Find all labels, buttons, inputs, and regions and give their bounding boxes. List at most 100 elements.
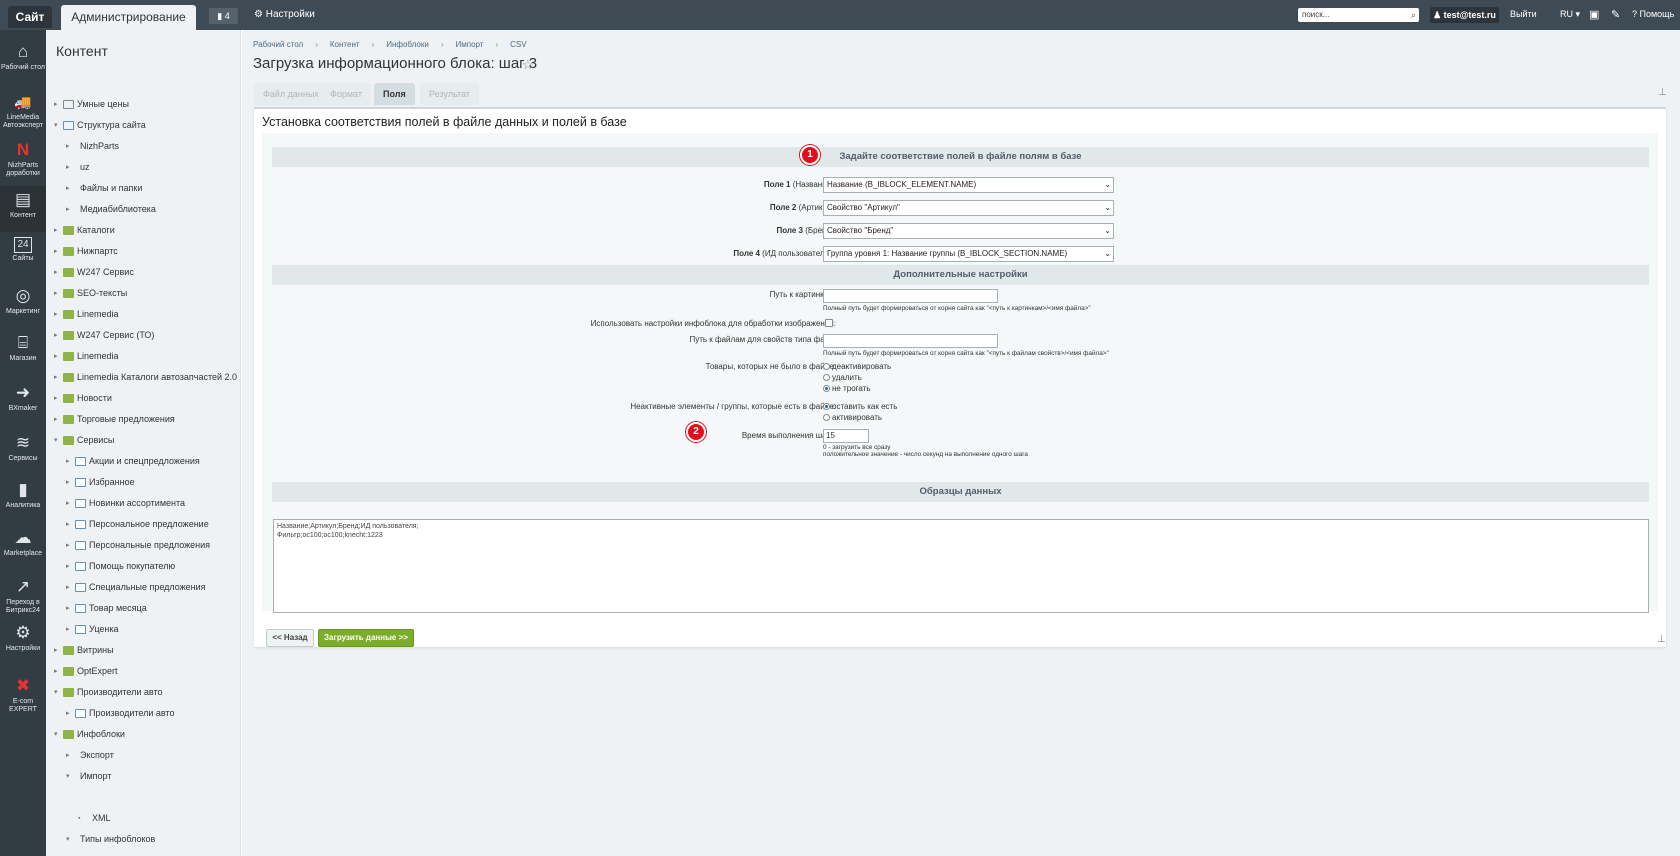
sidebar-item[interactable]: ▸ OptExpert [46,661,240,682]
sidebar-item[interactable]: ▸ uz [46,157,240,178]
sidebar-item[interactable]: ▸ Товар месяца [46,598,240,619]
chevron-right-icon[interactable]: ▸ [54,367,58,388]
site-tab[interactable]: Сайт [8,6,52,28]
sidebar-item[interactable]: ▸ Новинки ассортимента [46,493,240,514]
chevron-right-icon[interactable]: ▸ [66,157,70,178]
chevron-right-icon[interactable]: ▸ [66,199,70,220]
radio-leave-as-is[interactable]: оставить как есть [823,402,897,411]
breadcrumb-item[interactable]: Инфоблоки [386,40,429,49]
chevron-right-icon[interactable]: ▸ [66,472,70,493]
sidebar-item[interactable]: ▸ Специальные предложения [46,577,240,598]
menu-item-truck[interactable]: 🚚 LineMedia Автоэксперт [0,88,46,132]
menu-item-external[interactable]: ↗ Переход в Битрикс24 [0,573,46,617]
sidebar-item[interactable]: ▸ Нижпартс [46,241,240,262]
sidebar-item[interactable]: ▸ Файлы и папки [46,178,240,199]
sidebar-item[interactable]: ▸ Медиабиблиотека [46,199,240,220]
sidebar-item[interactable]: ▾ Инфоблоки [46,724,240,745]
chevron-right-icon[interactable]: ▸ [54,220,58,241]
sidebar-item[interactable]: ▸ Новости [46,388,240,409]
pin-icon[interactable]: ⊥ [1658,87,1667,98]
pin-icon[interactable]: ✎ [1611,8,1620,21]
language-select[interactable]: RU ▾ [1560,9,1580,20]
chevron-down-icon[interactable]: ▾ [54,430,58,451]
chevron-right-icon[interactable]: ▸ [66,577,70,598]
menu-item-bar-chart[interactable]: ▮ Аналитика [0,476,46,520]
menu-item-calendar[interactable]: 24 Сайты [0,233,46,277]
breadcrumb-item[interactable]: Импорт [455,40,483,49]
sidebar-item[interactable]: ▸ NizhParts [46,136,240,157]
sidebar-item[interactable]: ▸ Помощь покупателю [46,556,240,577]
menu-item-gear[interactable]: ⚙ Настройки [0,619,46,663]
sidebar-item[interactable]: ▸ Торговые предложения [46,409,240,430]
chevron-right-icon[interactable]: ▸ [54,409,58,430]
bullet-icon[interactable]: ▪ [78,808,80,829]
sidebar-item[interactable]: ▸ Акции и спецпредложения [46,451,240,472]
chevron-right-icon[interactable]: ▸ [54,346,58,367]
field-select-4[interactable]: Группа уровня 1: Название группы (B_IBLO… [823,246,1114,262]
search-icon[interactable]: ⌕ [1411,8,1416,22]
sidebar-item[interactable]: ▸ Экспорт [46,745,240,766]
chevron-right-icon[interactable]: ▸ [78,850,82,856]
window-icon[interactable]: ▣ [1589,8,1599,21]
field-select-3[interactable]: Свойство "Бренд" ⌄ [823,223,1114,239]
chevron-down-icon[interactable]: ▾ [54,115,58,136]
radio-delete[interactable]: удалить [823,373,862,382]
settings-link[interactable]: ⚙ Настройки [254,9,315,21]
step-time-input[interactable]: 15 [823,429,869,443]
back-button[interactable]: << Назад [266,629,314,647]
chevron-right-icon[interactable]: ▸ [54,304,58,325]
load-data-button[interactable]: Загрузить данные >> [318,629,414,647]
sidebar-item[interactable]: ▾ Импорт [46,766,240,787]
chevron-right-icon[interactable]: ▸ [66,178,70,199]
chevron-right-icon[interactable]: ▸ [66,556,70,577]
files-path-input[interactable] [823,334,998,348]
chevron-right-icon[interactable]: ▸ [54,94,58,115]
chevron-down-icon[interactable]: ▾ [54,724,58,745]
samples-textarea[interactable]: Название;Артикул;Бренд;ИД пользователя; … [273,519,1649,613]
favorite-star-icon[interactable]: ☆ [522,57,534,73]
chevron-right-icon[interactable]: ▸ [54,640,58,661]
sidebar-item[interactable]: ▾ Производители авто [46,682,240,703]
chevron-right-icon[interactable]: ▸ [66,451,70,472]
menu-item-basket[interactable]: ⌸ Магазин [0,329,46,373]
sidebar-item[interactable]: ▸ Уценка [46,619,240,640]
menu-item-ecom-logo[interactable]: ✖ E-com EXPERT [0,672,46,716]
radio-keep[interactable]: не трогать [823,384,871,393]
tab-3[interactable]: Результат [420,83,479,105]
chevron-right-icon[interactable]: ▸ [66,619,70,640]
chevron-right-icon[interactable]: ▸ [54,241,58,262]
user-button[interactable]: ♟ test@test.ru [1430,7,1499,23]
sidebar-item[interactable]: ▸ Персональные предложения [46,535,240,556]
sidebar-item[interactable]: ▸ Каталоги [46,850,240,856]
sidebar-item[interactable]: ▪ XML [46,808,240,829]
sidebar-item[interactable]: ▸ Производители авто [46,703,240,724]
menu-item-target[interactable]: ◎ Маркетинг [0,282,46,326]
chevron-right-icon[interactable]: ▸ [54,388,58,409]
chevron-down-icon[interactable]: ▾ [54,682,58,703]
sidebar-item[interactable]: ▸ SEO-тексты [46,283,240,304]
chevron-right-icon[interactable]: ▸ [66,514,70,535]
menu-item-layers[interactable]: ≋ Сервисы [0,429,46,473]
use-iblock-settings-checkbox[interactable] [825,319,833,327]
menu-item-arrow-circle[interactable]: ➜ BXmaker [0,379,46,423]
chevron-right-icon[interactable]: ▸ [66,703,70,724]
breadcrumb-item[interactable]: Контент [330,40,360,49]
radio-deactivate[interactable]: деактивировать [823,362,891,371]
chevron-right-icon[interactable]: ▸ [54,283,58,304]
sidebar-item[interactable]: ▸ Linemedia [46,304,240,325]
sidebar-item[interactable]: ▸ W247 Сервис (ТО) [46,325,240,346]
chevron-right-icon[interactable]: ▸ [66,535,70,556]
sidebar-item[interactable]: ▸ Персональное предложение [46,514,240,535]
sidebar-item[interactable]: ▸ W247 Сервис [46,262,240,283]
breadcrumb-item[interactable]: CSV [510,40,526,49]
logout-link[interactable]: Выйти [1510,9,1537,19]
sidebar-item[interactable]: ▾ Структура сайта [46,115,240,136]
menu-item-np-logo[interactable]: N NizhParts доработки [0,136,46,180]
chevron-down-icon[interactable]: ▾ [66,829,70,850]
sidebar-item[interactable]: ▸ Умные цены [46,94,240,115]
chevron-down-icon[interactable]: ▾ [66,766,70,787]
notifications-button[interactable]: ▮ 4 [209,8,238,24]
sidebar-item[interactable]: ▸ Избранное [46,472,240,493]
field-select-2[interactable]: Свойство "Артикул" ⌄ [823,200,1114,216]
chevron-right-icon[interactable]: ▸ [66,598,70,619]
